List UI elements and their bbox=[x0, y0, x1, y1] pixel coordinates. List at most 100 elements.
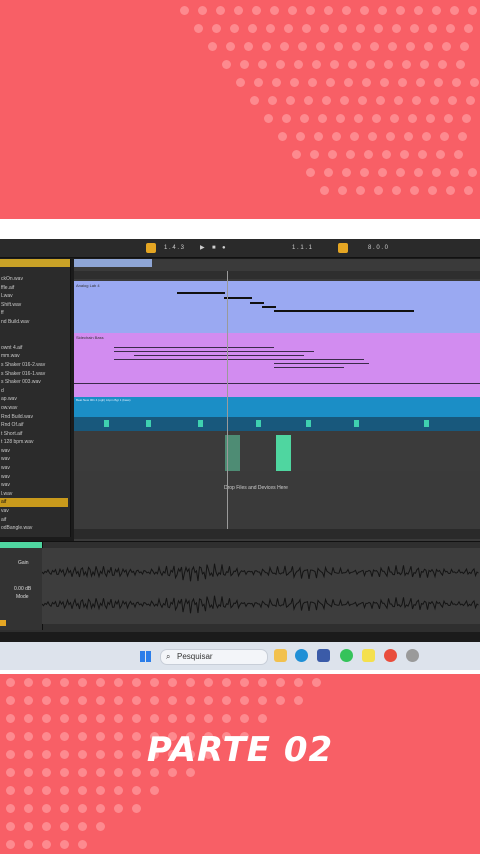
decor-dot bbox=[420, 60, 429, 69]
decor-dot bbox=[310, 150, 319, 159]
loop-toggle[interactable] bbox=[338, 243, 348, 253]
browser-file-item[interactable]: ap.wav bbox=[0, 395, 68, 404]
browser-file-item[interactable]: odBangle.wav bbox=[0, 524, 68, 533]
audio-clip[interactable] bbox=[276, 435, 291, 471]
gain-value[interactable]: 0.00 dB bbox=[14, 586, 31, 592]
decor-dot bbox=[348, 60, 357, 69]
browser-file-item[interactable]: ownt 4.aif bbox=[0, 344, 68, 353]
browser-file-item[interactable]: ff bbox=[0, 309, 68, 318]
overview-scroll[interactable] bbox=[74, 259, 152, 267]
browser-file-item[interactable]: ckOn.wav bbox=[0, 275, 68, 284]
track-beat[interactable]: Beat New 001 4 (ugh) Lbpm Bgt 1 (bass) bbox=[74, 397, 480, 417]
whatsapp-icon[interactable] bbox=[340, 649, 353, 662]
decor-dot bbox=[318, 114, 327, 123]
midi-note bbox=[224, 297, 252, 299]
browser-file-item[interactable]: aif bbox=[0, 516, 68, 525]
loop-length-display[interactable]: 8 . 0 . 0 bbox=[368, 243, 388, 253]
midi-note bbox=[114, 347, 274, 348]
decor-dot bbox=[222, 714, 231, 723]
edge-icon[interactable] bbox=[295, 649, 308, 662]
browser-file-item[interactable]: s Shaker 003.wav bbox=[0, 378, 68, 387]
decor-dot bbox=[250, 96, 259, 105]
audio-track-lane[interactable] bbox=[74, 431, 480, 471]
browser-file-item[interactable]: wav bbox=[0, 473, 68, 482]
browser-file-item[interactable] bbox=[0, 327, 68, 336]
browser-file-item[interactable]: mm.wav bbox=[0, 352, 68, 361]
app-icon[interactable] bbox=[406, 649, 419, 662]
track-sidechain-bass[interactable]: Sidechain Bass bbox=[74, 333, 480, 397]
browser-file-item[interactable]: ffle.aif bbox=[0, 284, 68, 293]
decor-dot bbox=[416, 78, 425, 87]
decor-dot bbox=[390, 114, 399, 123]
decor-dot bbox=[150, 678, 159, 687]
decor-dot bbox=[60, 678, 69, 687]
decor-dot bbox=[240, 678, 249, 687]
decor-dot bbox=[406, 42, 415, 51]
ableton-icon[interactable] bbox=[362, 649, 375, 662]
decor-dot bbox=[440, 132, 449, 141]
decor-dot bbox=[216, 6, 225, 15]
browser-file-item[interactable]: wav bbox=[0, 481, 68, 490]
decor-dot bbox=[432, 168, 441, 177]
play-icon[interactable]: ▶ bbox=[200, 243, 205, 253]
waveform bbox=[41, 563, 479, 614]
browser-file-item[interactable]: aif bbox=[0, 498, 68, 508]
decor-dot bbox=[268, 96, 277, 105]
warp-button[interactable] bbox=[0, 620, 6, 626]
browser-file-item[interactable]: wav bbox=[0, 447, 68, 456]
browser-file-item[interactable]: t Short.aif bbox=[0, 430, 68, 439]
browser-file-item[interactable]: wav bbox=[0, 464, 68, 473]
decor-dot bbox=[360, 6, 369, 15]
browser-file-item[interactable]: vav bbox=[0, 507, 68, 516]
store-icon[interactable] bbox=[317, 649, 330, 662]
loop-start-display[interactable]: 1 . 1 . 1 bbox=[292, 243, 312, 253]
decor-dot bbox=[350, 132, 359, 141]
decor-dot bbox=[468, 168, 477, 177]
decor-dot bbox=[96, 786, 105, 795]
playhead bbox=[227, 271, 228, 529]
midi-note bbox=[134, 355, 304, 356]
track-analog-lab[interactable]: Analog Lab 4 bbox=[74, 281, 480, 333]
browser-file-item[interactable]: Lwav bbox=[0, 292, 68, 301]
windows-start-icon[interactable] bbox=[140, 651, 151, 662]
browser-file-item[interactable]: wav bbox=[0, 455, 68, 464]
browser-file-item[interactable]: s Shaker 016-2.wav bbox=[0, 361, 68, 370]
taskbar-search[interactable]: ⌕ Pesquisar bbox=[160, 649, 268, 665]
browser-file-item[interactable] bbox=[0, 335, 68, 344]
decor-dot bbox=[280, 42, 289, 51]
browser-file-item[interactable]: t 128 bpm.wav bbox=[0, 438, 68, 447]
browser-file-item[interactable]: ow.wav bbox=[0, 404, 68, 413]
decor-dot bbox=[394, 96, 403, 105]
search-icon: ⌕ bbox=[166, 652, 171, 661]
decor-dot bbox=[204, 714, 213, 723]
decor-dot bbox=[24, 840, 33, 849]
follow-button[interactable] bbox=[146, 243, 156, 253]
browser-file-item[interactable]: l.wav bbox=[0, 490, 68, 499]
decor-dot bbox=[204, 696, 213, 705]
decor-dot bbox=[6, 714, 15, 723]
position-display[interactable]: 1 . 4 . 3 bbox=[164, 243, 184, 253]
decor-dot bbox=[326, 78, 335, 87]
waveform-display bbox=[41, 548, 480, 624]
record-icon[interactable]: ● bbox=[222, 243, 226, 253]
browser-file-item[interactable]: Shift.wav bbox=[0, 301, 68, 310]
decor-dot bbox=[298, 42, 307, 51]
decor-dot bbox=[186, 714, 195, 723]
decor-dot bbox=[424, 42, 433, 51]
decor-dot bbox=[6, 678, 15, 687]
decor-dot bbox=[352, 42, 361, 51]
browser-file-item[interactable]: d bbox=[0, 387, 68, 396]
browser-file-item[interactable]: nd Build.wav bbox=[0, 318, 68, 327]
decor-dot bbox=[24, 786, 33, 795]
chrome-icon[interactable] bbox=[384, 649, 397, 662]
decor-dot bbox=[240, 696, 249, 705]
file-explorer-icon[interactable] bbox=[274, 649, 287, 662]
stop-icon[interactable]: ■ bbox=[212, 243, 216, 253]
decor-dot bbox=[456, 60, 465, 69]
decor-dot bbox=[114, 786, 123, 795]
decor-dot bbox=[344, 78, 353, 87]
browser-file-item[interactable]: Rnd Of.aif bbox=[0, 421, 68, 430]
browser-file-item[interactable]: s Shaker 016-1.wav bbox=[0, 370, 68, 379]
decor-dot bbox=[410, 186, 419, 195]
browser-file-item[interactable]: Rnd Build.wav bbox=[0, 413, 68, 422]
